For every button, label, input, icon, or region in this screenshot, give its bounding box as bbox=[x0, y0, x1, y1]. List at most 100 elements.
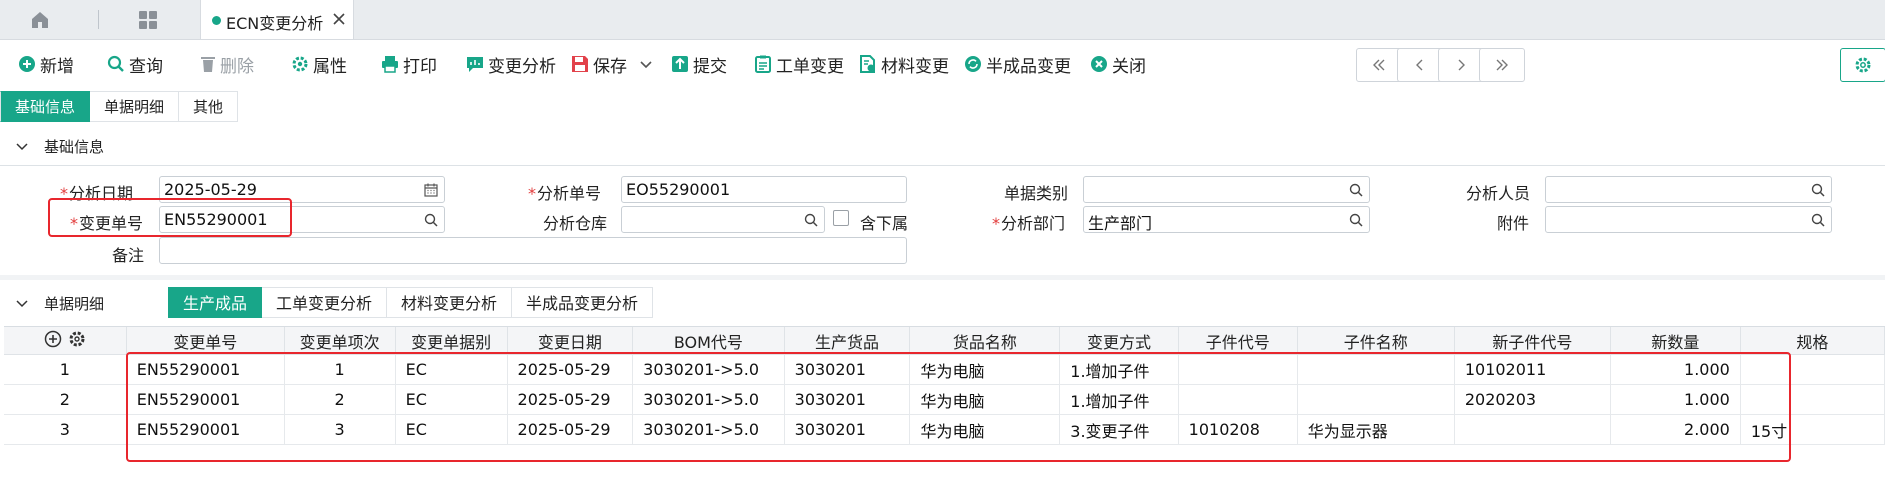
cell-change-no[interactable]: EN55290001 bbox=[126, 384, 285, 415]
change-no-field[interactable]: EN55290001 bbox=[159, 206, 445, 233]
analysis-no-field[interactable]: EO55290001 bbox=[621, 176, 907, 203]
tab-finished-products[interactable]: 生产成品 bbox=[168, 287, 263, 318]
col-header[interactable]: 规格 bbox=[1740, 327, 1885, 355]
cell-change-no[interactable]: EN55290001 bbox=[126, 354, 285, 385]
col-header[interactable]: 生产货品 bbox=[784, 327, 911, 355]
col-header[interactable]: BOM代号 bbox=[632, 327, 785, 355]
cell-spec[interactable] bbox=[1740, 384, 1885, 415]
cell-child-code[interactable] bbox=[1178, 354, 1298, 385]
column-settings-icon[interactable] bbox=[68, 330, 86, 348]
close-tab-icon[interactable] bbox=[332, 12, 346, 26]
first-page-button[interactable] bbox=[1356, 48, 1402, 82]
cell-date[interactable]: 2025-05-29 bbox=[507, 354, 634, 385]
col-header[interactable]: 货品名称 bbox=[909, 327, 1061, 355]
submit-button[interactable]: 提交 bbox=[671, 52, 727, 77]
cell-new-child-code[interactable]: 10102011 bbox=[1454, 354, 1612, 385]
cell-date[interactable]: 2025-05-29 bbox=[507, 414, 634, 445]
cell-child-code[interactable]: 1010208 bbox=[1178, 414, 1298, 445]
cell-new-child-code[interactable]: 2020203 bbox=[1454, 384, 1612, 415]
include-sub-checkbox[interactable] bbox=[833, 210, 849, 226]
chevron-down-icon[interactable] bbox=[639, 57, 653, 71]
tab-other[interactable]: 其他 bbox=[179, 91, 239, 122]
col-header[interactable]: 新数量 bbox=[1610, 327, 1741, 355]
cell-product[interactable]: 3030201 bbox=[784, 354, 911, 385]
cell-spec[interactable] bbox=[1740, 354, 1885, 385]
cell-method[interactable]: 1.增加子件 bbox=[1059, 354, 1179, 385]
detail-header[interactable]: 单据明细 bbox=[0, 288, 104, 318]
cell-child-name[interactable]: 华为显示器 bbox=[1297, 414, 1455, 445]
home-icon[interactable] bbox=[30, 10, 50, 30]
semi-finished-change-button[interactable]: 半成品变更 bbox=[964, 52, 1071, 77]
remark-field[interactable] bbox=[159, 237, 907, 264]
search-icon[interactable] bbox=[1349, 183, 1363, 197]
cell-doc-type[interactable]: EC bbox=[395, 414, 508, 445]
cell-doc-type[interactable]: EC bbox=[395, 384, 508, 415]
tab-basic-info[interactable]: 基础信息 bbox=[0, 91, 91, 122]
next-page-button[interactable] bbox=[1438, 48, 1484, 82]
tab-ecn-change-analysis[interactable]: ECN变更分析 bbox=[200, 0, 354, 39]
cell-new-child-code[interactable] bbox=[1454, 414, 1612, 445]
tab-semi-finished-analysis[interactable]: 半成品变更分析 bbox=[512, 287, 654, 318]
print-button[interactable]: 打印 bbox=[381, 52, 437, 77]
cell-bom[interactable]: 3030201->5.0 bbox=[632, 354, 785, 385]
cell-date[interactable]: 2025-05-29 bbox=[507, 384, 634, 415]
col-header[interactable]: 变更单号 bbox=[126, 327, 285, 355]
material-change-button[interactable]: 材料变更 bbox=[859, 52, 949, 77]
table-row[interactable]: 2 EN55290001 2 EC 2025-05-29 3030201->5.… bbox=[4, 384, 1885, 415]
cell-method[interactable]: 1.增加子件 bbox=[1059, 384, 1179, 415]
col-header[interactable]: 新子件代号 bbox=[1454, 327, 1612, 355]
cell-new-qty[interactable]: 1.000 bbox=[1610, 384, 1741, 415]
new-button[interactable]: 新增 bbox=[18, 52, 74, 77]
col-header[interactable]: 子件名称 bbox=[1297, 327, 1455, 355]
properties-button[interactable]: 属性 bbox=[291, 52, 347, 77]
analyst-field[interactable] bbox=[1545, 176, 1832, 203]
col-header[interactable]: 变更单项次 bbox=[284, 327, 396, 355]
cell-child-name[interactable] bbox=[1297, 384, 1455, 415]
add-row-icon[interactable] bbox=[44, 330, 62, 348]
tab-work-order-analysis[interactable]: 工单变更分析 bbox=[262, 287, 388, 318]
attachment-field[interactable] bbox=[1545, 206, 1832, 233]
search-icon[interactable] bbox=[1811, 213, 1825, 227]
apps-grid-icon[interactable] bbox=[138, 10, 158, 30]
table-row[interactable]: 3 EN55290001 3 EC 2025-05-29 3030201->5.… bbox=[4, 414, 1885, 445]
cell-product-name[interactable]: 华为电脑 bbox=[909, 354, 1061, 385]
cell-seq[interactable]: 2 bbox=[284, 384, 396, 415]
last-page-button[interactable] bbox=[1479, 48, 1525, 82]
cell-new-qty[interactable]: 2.000 bbox=[1610, 414, 1741, 445]
col-header[interactable]: 变更方式 bbox=[1059, 327, 1179, 355]
cell-bom[interactable]: 3030201->5.0 bbox=[632, 414, 785, 445]
cell-product[interactable]: 3030201 bbox=[784, 414, 911, 445]
save-button[interactable]: 保存 bbox=[571, 52, 657, 77]
cell-seq[interactable]: 3 bbox=[284, 414, 396, 445]
col-header[interactable]: 变更日期 bbox=[507, 327, 634, 355]
cell-product[interactable]: 3030201 bbox=[784, 384, 911, 415]
cell-product-name[interactable]: 华为电脑 bbox=[909, 384, 1061, 415]
cell-doc-type[interactable]: EC bbox=[395, 354, 508, 385]
table-row[interactable]: 1 EN55290001 1 EC 2025-05-29 3030201->5.… bbox=[4, 354, 1885, 385]
collapse-chevron-icon[interactable] bbox=[16, 297, 28, 309]
analysis-dept-field[interactable]: 生产部门 bbox=[1083, 206, 1370, 233]
cell-new-qty[interactable]: 1.000 bbox=[1610, 354, 1741, 385]
search-icon[interactable] bbox=[1811, 183, 1825, 197]
cell-child-name[interactable] bbox=[1297, 354, 1455, 385]
cell-change-no[interactable]: EN55290001 bbox=[126, 414, 285, 445]
search-icon[interactable] bbox=[424, 213, 438, 227]
collapse-chevron-icon[interactable] bbox=[16, 140, 28, 152]
analysis-date-field[interactable]: 2025-05-29 bbox=[159, 176, 445, 203]
work-order-change-button[interactable]: 工单变更 bbox=[754, 52, 844, 77]
analysis-warehouse-field[interactable] bbox=[621, 206, 825, 233]
delete-button[interactable]: 删除 bbox=[200, 52, 254, 77]
cell-bom[interactable]: 3030201->5.0 bbox=[632, 384, 785, 415]
prev-page-button[interactable] bbox=[1397, 48, 1443, 82]
col-header[interactable]: 子件代号 bbox=[1178, 327, 1298, 355]
close-button[interactable]: 关闭 bbox=[1090, 52, 1146, 77]
search-icon[interactable] bbox=[804, 213, 818, 227]
cell-method[interactable]: 3.变更子件 bbox=[1059, 414, 1179, 445]
cell-seq[interactable]: 1 bbox=[284, 354, 396, 385]
tab-material-analysis[interactable]: 材料变更分析 bbox=[387, 287, 513, 318]
settings-button[interactable] bbox=[1840, 48, 1885, 82]
col-header[interactable]: 变更单据别 bbox=[395, 327, 508, 355]
query-button[interactable]: 查询 bbox=[107, 52, 163, 77]
cell-spec[interactable]: 15寸 bbox=[1740, 414, 1885, 445]
basic-info-header[interactable]: 基础信息 bbox=[0, 131, 104, 161]
